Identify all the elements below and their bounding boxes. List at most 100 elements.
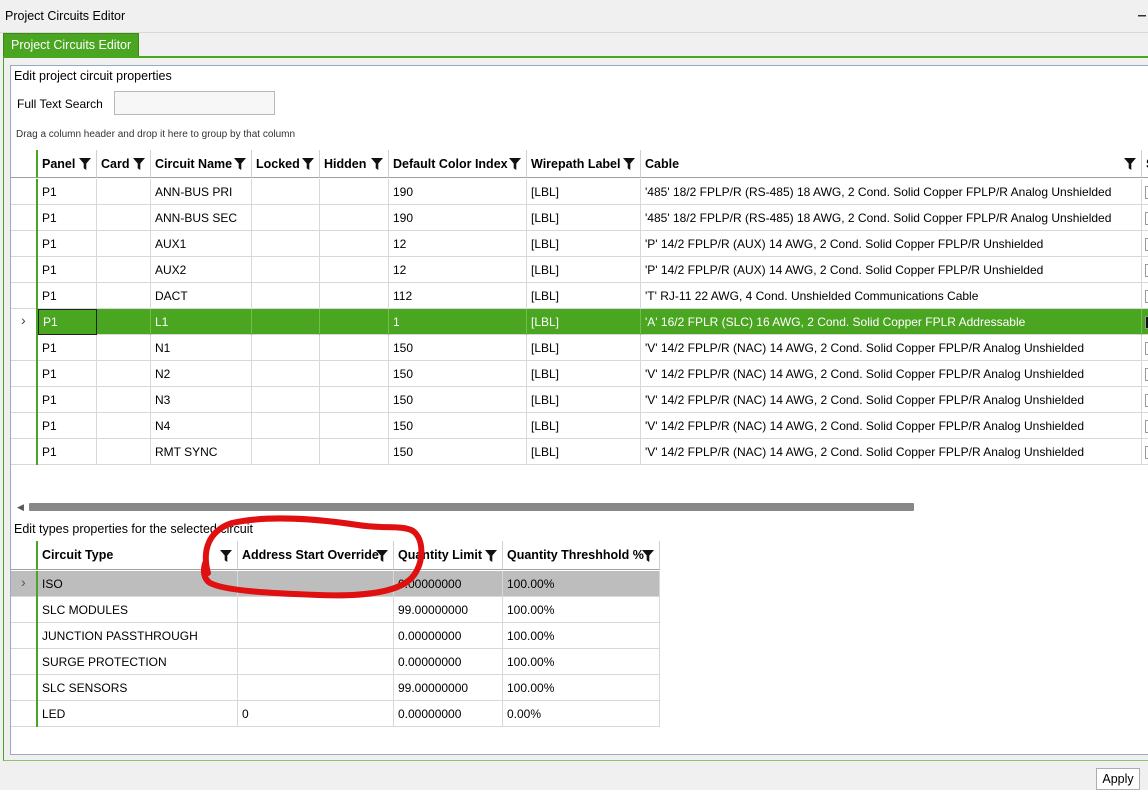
column-header-3[interactable]: Locked: [252, 150, 320, 178]
cell-cable[interactable]: 'V' 14/2 FPLP/R (NAC) 14 AWG, 2 Cond. So…: [641, 361, 1142, 387]
cell-card[interactable]: [97, 257, 151, 283]
table-row[interactable]: P1 N1 150 [LBL] 'V' 14/2 FPLP/R (NAC) 14 AWG…: [11, 335, 1148, 361]
cell-locked[interactable]: [252, 283, 320, 309]
search-input[interactable]: [114, 91, 275, 115]
cell-cable[interactable]: 'P' 14/2 FPLP/R (AUX) 14 AWG, 2 Cond. So…: [641, 257, 1142, 283]
cell-color[interactable]: 112: [389, 283, 527, 309]
row-indicator[interactable]: [11, 675, 38, 701]
cell-locked[interactable]: [252, 205, 320, 231]
cell-locked[interactable]: [252, 231, 320, 257]
cell-name[interactable]: DACT: [151, 283, 252, 309]
cell-wirepath[interactable]: [LBL]: [527, 205, 641, 231]
cell-card[interactable]: [97, 413, 151, 439]
cell-cable[interactable]: 'V' 14/2 FPLP/R (NAC) 14 AWG, 2 Cond. So…: [641, 387, 1142, 413]
cell-color[interactable]: 150: [389, 439, 527, 465]
filter-icon[interactable]: [234, 158, 246, 170]
cell-card[interactable]: [97, 205, 151, 231]
cell-wirepath[interactable]: [LBL]: [527, 179, 641, 205]
cell-name[interactable]: RMT SYNC: [151, 439, 252, 465]
cell-name[interactable]: AUX2: [151, 257, 252, 283]
column-header-7[interactable]: Cable: [641, 150, 1142, 178]
cell-limit[interactable]: 0.00000000: [394, 571, 503, 597]
table-row[interactable]: P1 ANN-BUS PRI 190 [LBL] '485' 18/2 FPLP/R (…: [11, 179, 1148, 205]
cell-hidden[interactable]: [320, 179, 389, 205]
table-row[interactable]: P1 N2 150 [LBL] 'V' 14/2 FPLP/R (NAC) 14 AWG…: [11, 361, 1148, 387]
tab-project-circuits-editor[interactable]: Project Circuits Editor: [3, 33, 140, 57]
table-row[interactable]: › P1 L1 1 [LBL] 'A' 16/2 FPLR (SLC) 16 AWG, 2…: [11, 309, 1148, 335]
cell-hidden[interactable]: [320, 283, 389, 309]
cell-address[interactable]: [238, 675, 394, 701]
types-column-header-2[interactable]: Quantity Limit: [394, 541, 503, 570]
table-row[interactable]: P1 AUX2 12 [LBL] 'P' 14/2 FPLP/R (AUX) 14 AW…: [11, 257, 1148, 283]
cell-address[interactable]: 0: [238, 701, 394, 727]
row-indicator[interactable]: [11, 257, 38, 283]
cell-panel[interactable]: P1: [38, 283, 97, 309]
cell-locked[interactable]: [252, 335, 320, 361]
cell-panel[interactable]: P1: [38, 335, 97, 361]
cell-hidden[interactable]: [320, 257, 389, 283]
filter-icon[interactable]: [376, 550, 388, 562]
cell-address[interactable]: [238, 649, 394, 675]
cell-color[interactable]: 1: [389, 309, 527, 335]
table-row[interactable]: P1 AUX1 12 [LBL] 'P' 14/2 FPLP/R (AUX) 14 AW…: [11, 231, 1148, 257]
cell-color[interactable]: 150: [389, 387, 527, 413]
cell-locked[interactable]: [252, 439, 320, 465]
table-row[interactable]: P1 ANN-BUS SEC 190 [LBL] '485' 18/2 FPLP/R (…: [11, 205, 1148, 231]
row-indicator[interactable]: [11, 283, 38, 309]
cell-panel[interactable]: P1: [38, 413, 97, 439]
cell-panel[interactable]: P1: [38, 257, 97, 283]
table-row[interactable]: P1 N4 150 [LBL] 'V' 14/2 FPLP/R (NAC) 14 AWG…: [11, 413, 1148, 439]
column-header-1[interactable]: Card: [97, 150, 151, 178]
table-row[interactable]: P1 RMT SYNC 150 [LBL] 'V' 14/2 FPLP/R (NAC) …: [11, 439, 1148, 465]
filter-icon[interactable]: [509, 158, 521, 170]
cell-wirepath[interactable]: [LBL]: [527, 361, 641, 387]
cell-panel[interactable]: P1: [38, 387, 97, 413]
filter-icon[interactable]: [642, 550, 654, 562]
cell-panel[interactable]: P1: [38, 361, 97, 387]
cell-hidden[interactable]: [320, 205, 389, 231]
cell-name[interactable]: N4: [151, 413, 252, 439]
cell-wirepath[interactable]: [LBL]: [527, 413, 641, 439]
cell-hidden[interactable]: [320, 387, 389, 413]
table-row[interactable]: › ISO 0.00000000 100.00%: [11, 571, 660, 597]
cell-color[interactable]: 190: [389, 179, 527, 205]
cell-wirepath[interactable]: [LBL]: [527, 335, 641, 361]
cell-panel[interactable]: P1: [38, 231, 97, 257]
types-column-header-1[interactable]: Address Start Override: [238, 541, 394, 570]
row-indicator[interactable]: [11, 231, 38, 257]
cell-address[interactable]: [238, 623, 394, 649]
cell-wirepath[interactable]: [LBL]: [527, 387, 641, 413]
row-indicator[interactable]: [11, 413, 38, 439]
cell-wirepath[interactable]: [LBL]: [527, 309, 641, 335]
row-indicator[interactable]: [11, 179, 38, 205]
cell-type[interactable]: JUNCTION PASSTHROUGH: [38, 623, 238, 649]
cell-cable[interactable]: '485' 18/2 FPLP/R (RS-485) 18 AWG, 2 Con…: [641, 179, 1142, 205]
cell-limit[interactable]: 99.00000000: [394, 597, 503, 623]
cell-card[interactable]: [97, 387, 151, 413]
cell-hidden[interactable]: [320, 335, 389, 361]
filter-icon[interactable]: [485, 550, 497, 562]
cell-panel[interactable]: P1: [38, 179, 97, 205]
apply-button[interactable]: Apply: [1096, 768, 1140, 790]
table-row[interactable]: SLC MODULES 99.00000000 100.00%: [11, 597, 660, 623]
cell-threshold[interactable]: 100.00%: [503, 649, 660, 675]
cell-color[interactable]: 12: [389, 231, 527, 257]
cell-color[interactable]: 12: [389, 257, 527, 283]
cell-type[interactable]: ISO: [38, 571, 238, 597]
cell-limit[interactable]: 0.00000000: [394, 701, 503, 727]
cell-name[interactable]: AUX1: [151, 231, 252, 257]
filter-icon[interactable]: [79, 158, 91, 170]
cell-type[interactable]: LED: [38, 701, 238, 727]
cell-wirepath[interactable]: [LBL]: [527, 257, 641, 283]
cell-hidden[interactable]: [320, 439, 389, 465]
filter-icon[interactable]: [1124, 158, 1136, 170]
cell-panel[interactable]: P1: [38, 439, 97, 465]
cell-type[interactable]: SLC SENSORS: [38, 675, 238, 701]
cell-wirepath[interactable]: [LBL]: [527, 439, 641, 465]
row-indicator[interactable]: [11, 205, 38, 231]
column-header-5[interactable]: Default Color Index: [389, 150, 527, 178]
table-row[interactable]: LED 0 0.00000000 0.00%: [11, 701, 660, 727]
cell-name[interactable]: ANN-BUS SEC: [151, 205, 252, 231]
filter-icon[interactable]: [371, 158, 383, 170]
cell-color[interactable]: 150: [389, 361, 527, 387]
